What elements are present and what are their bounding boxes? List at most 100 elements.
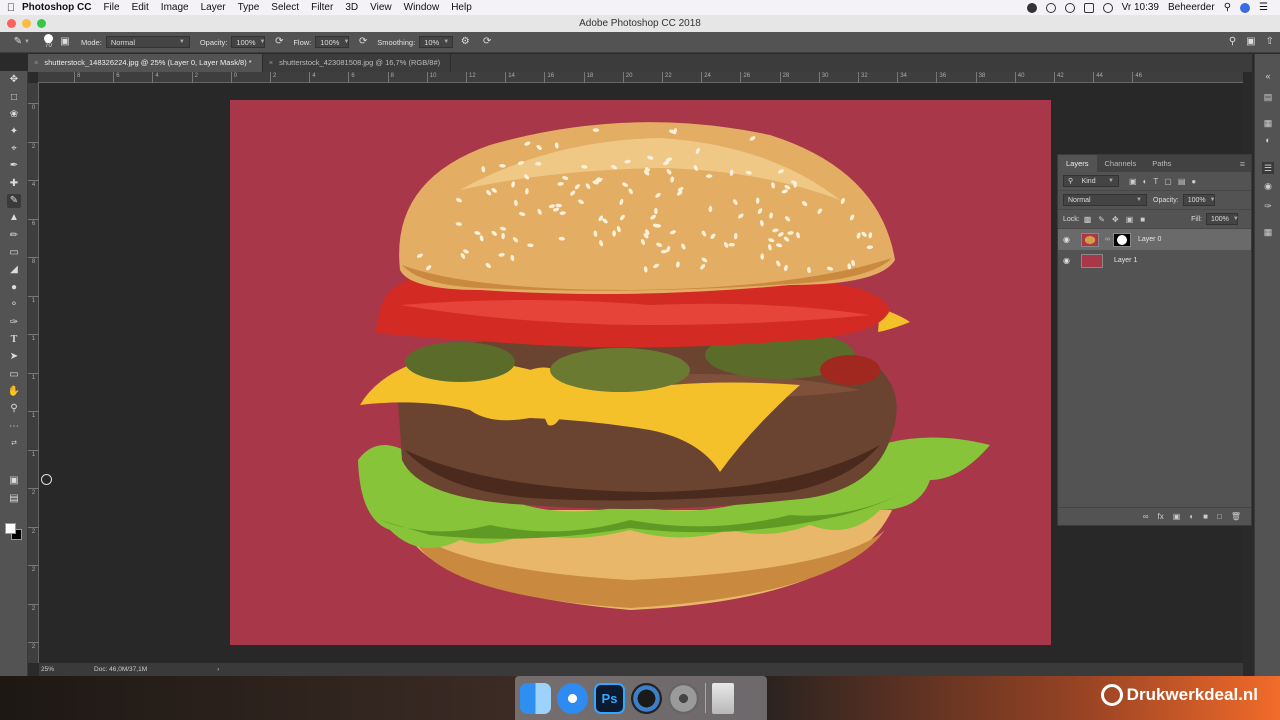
- shape-filter-icon[interactable]: ▢: [1164, 177, 1172, 186]
- visibility-eye-icon[interactable]: ◉: [1063, 235, 1075, 244]
- wifi-icon[interactable]: [1064, 2, 1075, 13]
- marquee-tool-icon[interactable]: □: [7, 91, 21, 105]
- visibility-eye-icon[interactable]: ◉: [1063, 256, 1075, 265]
- tab-channels[interactable]: Channels: [1097, 155, 1145, 172]
- healing-brush-tool-icon[interactable]: ✚: [7, 177, 21, 191]
- collapse-panels-icon[interactable]: «: [1262, 70, 1274, 82]
- volume-icon[interactable]: [1102, 2, 1113, 13]
- flow-field[interactable]: 100% ▼: [315, 36, 349, 48]
- apple-icon[interactable]: : [0, 2, 22, 14]
- new-group-icon[interactable]: ■: [1203, 512, 1208, 521]
- channels-panel-icon[interactable]: ◉: [1262, 180, 1274, 192]
- system-preferences-icon[interactable]: [668, 682, 699, 714]
- menu-type[interactable]: Type: [238, 2, 260, 13]
- fx-icon[interactable]: fx: [1158, 512, 1164, 521]
- sync-icon[interactable]: [1045, 2, 1056, 13]
- eraser-tool-icon[interactable]: ▭: [7, 246, 21, 260]
- menu-select[interactable]: Select: [271, 2, 299, 13]
- pressure-opacity-icon[interactable]: ⟳: [273, 36, 285, 48]
- filter-kind-dropdown[interactable]: ⚲ Kind ▼: [1063, 175, 1119, 187]
- menu-file[interactable]: File: [103, 2, 119, 13]
- vertical-ruler[interactable]: 0 2 4 6 8 1 1 1 1 1 2 2 2 2 2: [28, 83, 39, 663]
- siri-icon[interactable]: [1240, 2, 1251, 13]
- smart-object-filter-icon[interactable]: ▤: [1178, 177, 1186, 186]
- menu-window[interactable]: Window: [404, 2, 440, 13]
- layer-thumbnail[interactable]: [1081, 232, 1099, 247]
- workspace-icon[interactable]: ▣: [1246, 36, 1255, 47]
- tool-preset-picker[interactable]: ✎ ▼: [12, 36, 30, 48]
- opacity-field[interactable]: 100% ▼: [231, 36, 265, 48]
- tab-document-1[interactable]: × shutterstock_148326224.jpg @ 25% (Laye…: [28, 54, 263, 72]
- quick-mask-icon[interactable]: ▣: [7, 474, 21, 488]
- tab-document-2[interactable]: × shutterstock_423081508.jpg @ 16,7% (RG…: [263, 54, 452, 72]
- safari-icon[interactable]: [557, 682, 588, 714]
- quick-select-tool-icon[interactable]: ✦: [7, 125, 21, 139]
- layer-opacity-field[interactable]: 100% ▼: [1182, 194, 1216, 206]
- adjustments-panel-icon[interactable]: ◐: [1262, 134, 1274, 146]
- airplay-icon[interactable]: [1083, 2, 1094, 13]
- gear-icon[interactable]: ⚙: [459, 36, 471, 48]
- menu-layer[interactable]: Layer: [201, 2, 226, 13]
- trash-icon[interactable]: 🗑: [1231, 512, 1241, 521]
- close-icon[interactable]: ×: [269, 54, 273, 72]
- layer-thumbnail[interactable]: [1081, 253, 1103, 268]
- layer-mask-thumbnail[interactable]: [1113, 232, 1131, 247]
- trash-icon[interactable]: [712, 682, 734, 714]
- lock-paint-icon[interactable]: ✎: [1098, 215, 1105, 224]
- spotlight-icon[interactable]: ⚲: [1224, 2, 1231, 13]
- layer-row-layer-1[interactable]: ◉ Layer 1: [1058, 250, 1251, 271]
- screen-mode-icon[interactable]: ▤: [7, 492, 21, 506]
- smoothing-field[interactable]: 10% ▼: [419, 36, 454, 48]
- lasso-tool-icon[interactable]: ❀: [7, 108, 21, 122]
- minimize-window-button[interactable]: [22, 19, 31, 28]
- blend-mode-dropdown[interactable]: Normal ▼: [1063, 194, 1147, 206]
- crop-tool-icon[interactable]: ⌖: [7, 142, 21, 156]
- menu-3d[interactable]: 3D: [345, 2, 358, 13]
- notification-center-icon[interactable]: ☰: [1259, 2, 1268, 13]
- pen-tool-icon[interactable]: ✑: [7, 316, 21, 330]
- history-brush-tool-icon[interactable]: ✏: [7, 229, 21, 243]
- paths-panel-icon[interactable]: ✑: [1262, 200, 1274, 212]
- quicktime-icon[interactable]: [631, 682, 662, 714]
- zoom-level[interactable]: 25%: [41, 666, 54, 673]
- color-swatches[interactable]: [5, 523, 23, 541]
- blur-tool-icon[interactable]: ●: [7, 281, 21, 295]
- fill-field[interactable]: 100% ▼: [1206, 213, 1239, 225]
- brush-picker[interactable]: 70: [43, 34, 53, 50]
- chevron-right-icon[interactable]: ›: [217, 666, 219, 673]
- rectangle-tool-icon[interactable]: ▭: [7, 368, 21, 382]
- brush-settings-icon[interactable]: ▣: [59, 36, 71, 48]
- photoshop-icon[interactable]: Ps: [594, 682, 625, 714]
- swap-colors-icon[interactable]: ⇄: [7, 437, 21, 451]
- lock-pixels-icon[interactable]: ▩: [1084, 215, 1092, 224]
- layer-name[interactable]: Layer 0: [1138, 236, 1161, 243]
- record-icon[interactable]: [1026, 2, 1037, 13]
- menu-user[interactable]: Beheerder: [1168, 2, 1215, 13]
- lock-position-icon[interactable]: ✥: [1112, 215, 1119, 224]
- type-filter-icon[interactable]: T: [1153, 177, 1158, 186]
- properties-panel-icon[interactable]: ▦: [1262, 117, 1274, 129]
- tab-paths[interactable]: Paths: [1144, 155, 1179, 172]
- menu-filter[interactable]: Filter: [311, 2, 333, 13]
- menu-help[interactable]: Help: [451, 2, 472, 13]
- pixel-filter-icon[interactable]: ▣: [1129, 177, 1137, 186]
- libraries-panel-icon[interactable]: ▦: [1262, 226, 1274, 238]
- pressure-size-icon[interactable]: ⟳: [481, 36, 493, 48]
- lock-all-icon[interactable]: ■: [1140, 215, 1145, 224]
- horizontal-ruler[interactable]: 8 6 4 2 0 2 4 6 8 10 12 14 16 18 20 22 24 26 28 30 32 34 36 38 4…: [38, 72, 1243, 83]
- filter-toggle-icon[interactable]: ●: [1191, 177, 1196, 186]
- close-window-button[interactable]: [7, 19, 16, 28]
- layer-row-layer-0[interactable]: ◉ ∞ Layer 0: [1058, 229, 1251, 250]
- eyedropper-tool-icon[interactable]: ✒: [7, 159, 21, 173]
- new-layer-icon[interactable]: □: [1217, 512, 1222, 521]
- clone-stamp-tool-icon[interactable]: ▲: [7, 211, 21, 225]
- add-mask-icon[interactable]: ▣: [1173, 512, 1181, 521]
- link-layers-icon[interactable]: ∞: [1143, 512, 1149, 521]
- path-selection-tool-icon[interactable]: ➤: [7, 350, 21, 364]
- tab-layers[interactable]: Layers: [1058, 155, 1097, 172]
- paint-bucket-tool-icon[interactable]: ◢: [7, 263, 21, 277]
- move-tool-icon[interactable]: ✥: [7, 73, 21, 87]
- type-tool-icon[interactable]: T: [7, 333, 21, 347]
- close-icon[interactable]: ×: [34, 54, 38, 72]
- brush-tool-icon[interactable]: ✎: [7, 194, 21, 208]
